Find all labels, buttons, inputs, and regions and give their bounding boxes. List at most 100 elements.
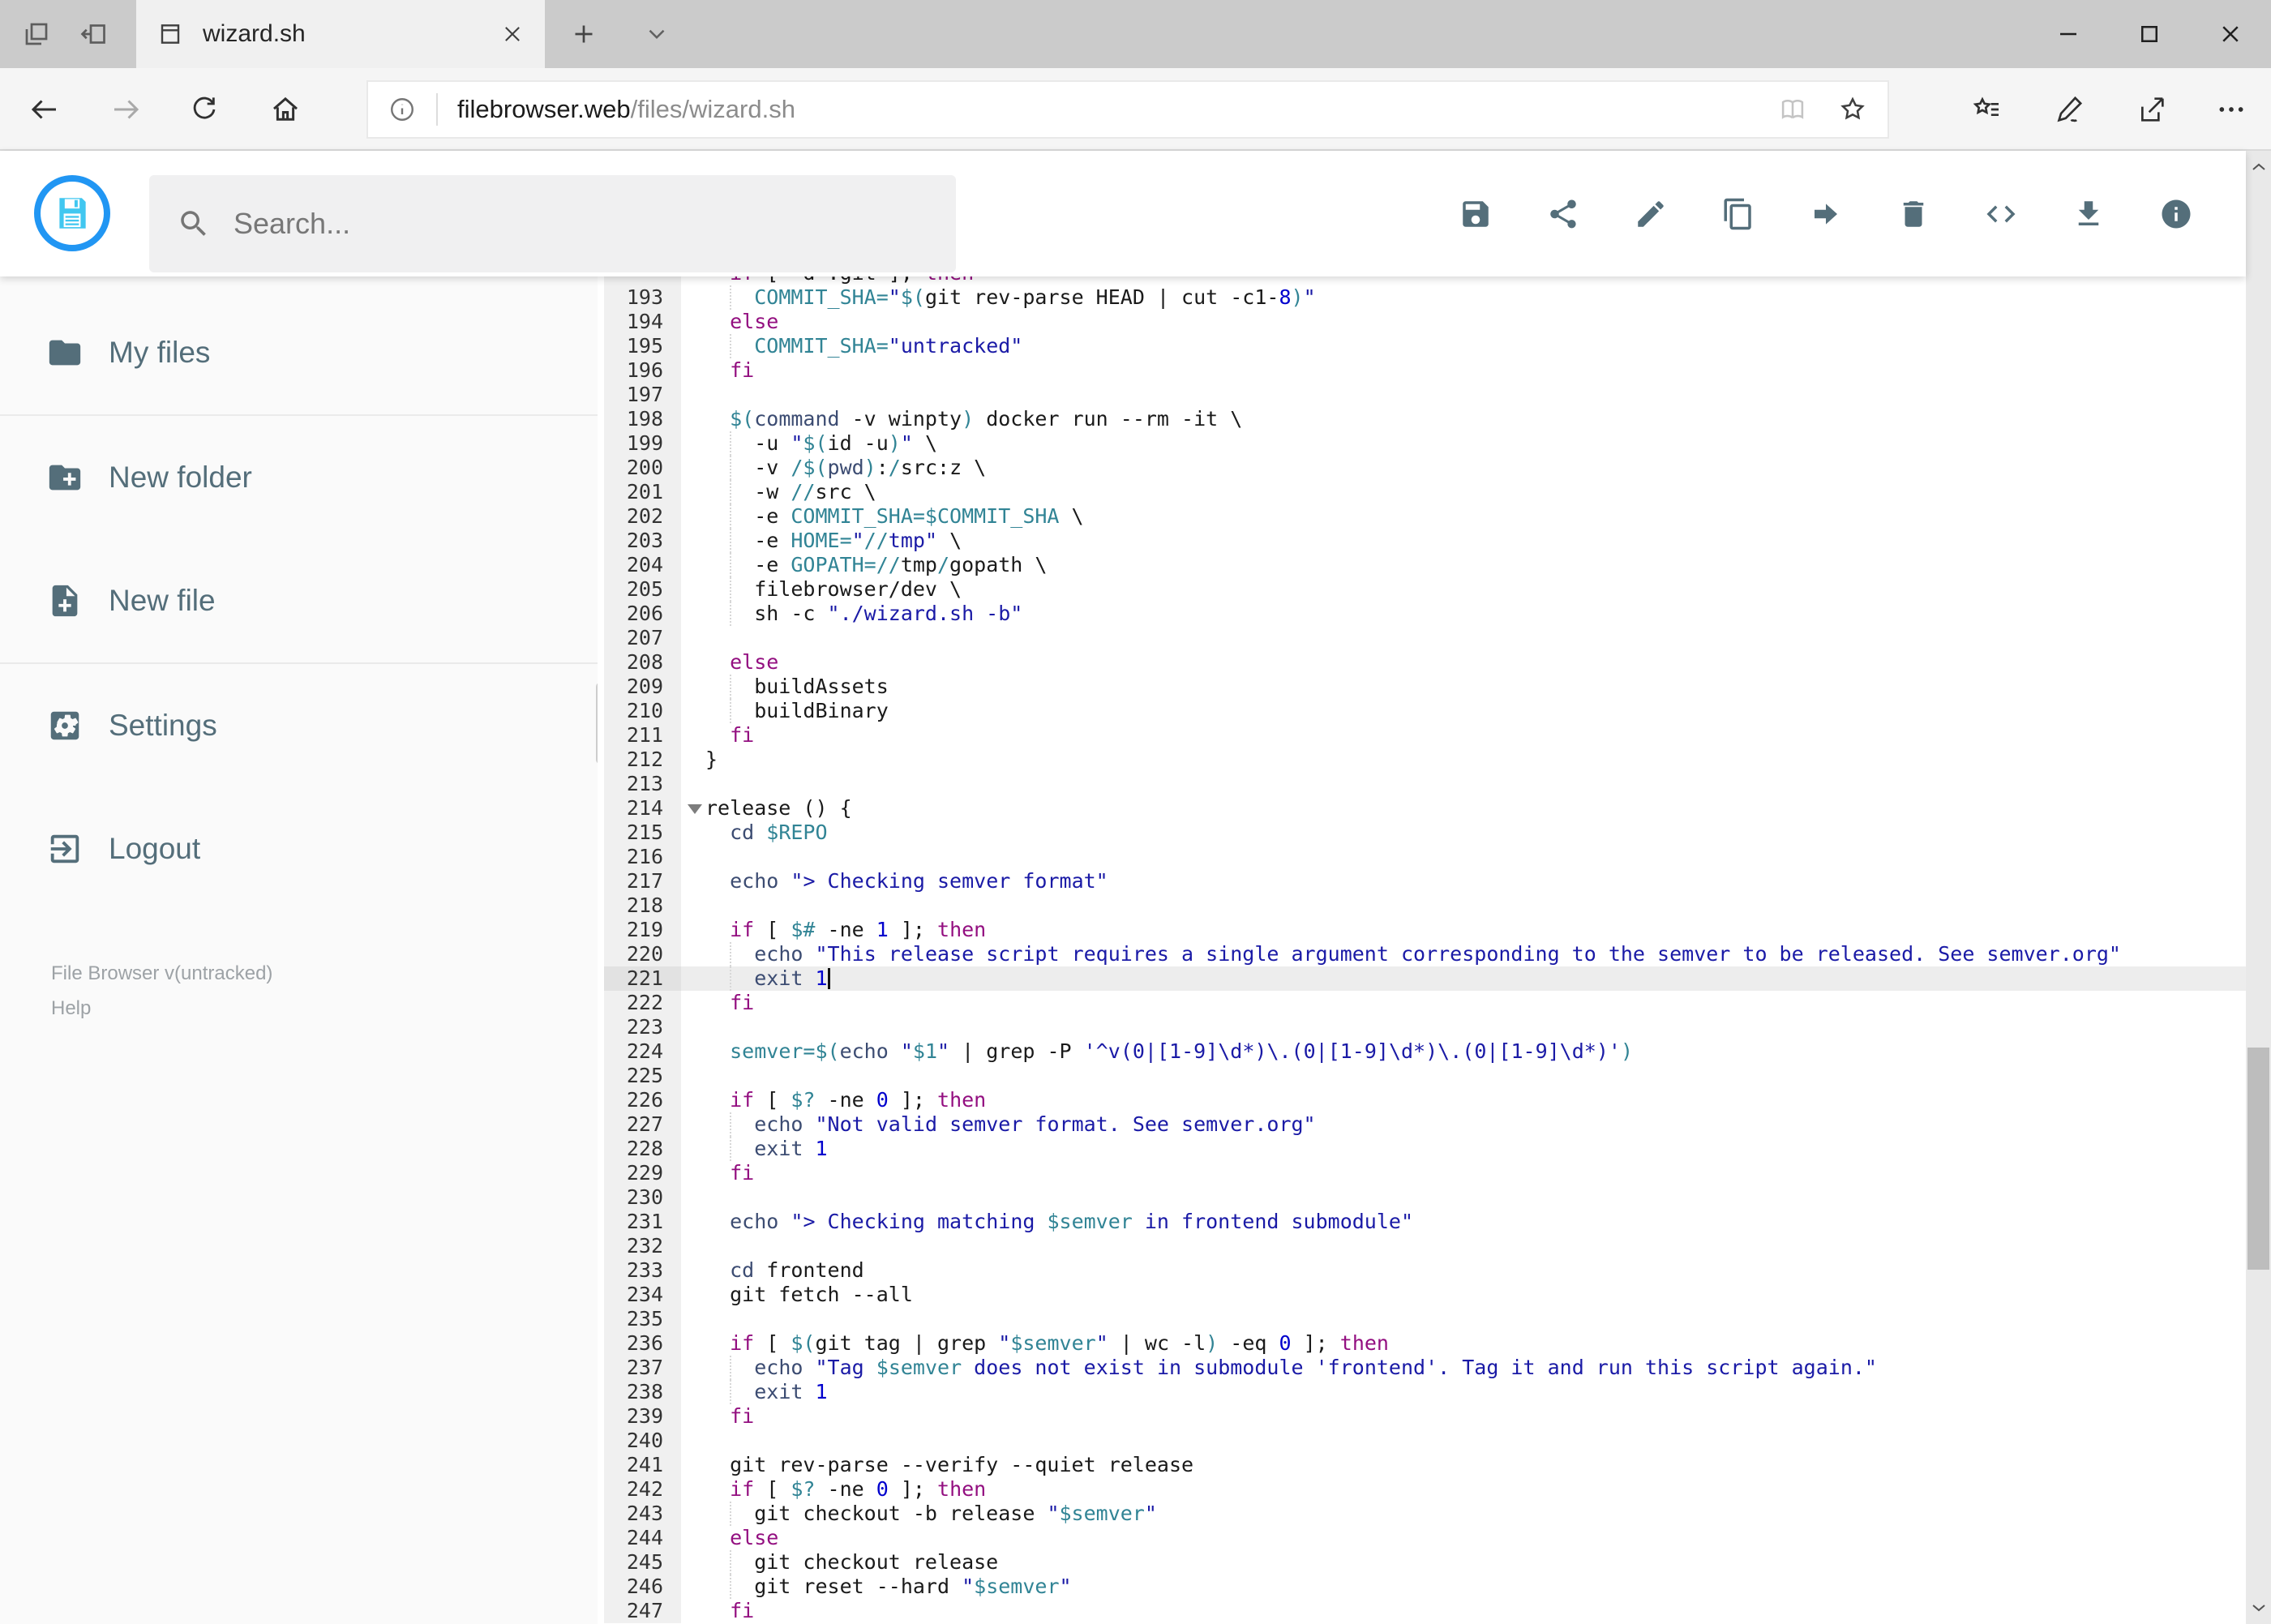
code-editor[interactable]: 193 194 195 196 197 198 199 200 201 202 203 204 205 2… — [598, 276, 2246, 1624]
code-line-202[interactable]: -e COMMIT_SHA=$COMMIT_SHA \ — [681, 504, 2246, 529]
code-line-208[interactable]: else — [681, 650, 2246, 675]
browser-tab[interactable]: wizard.sh — [136, 0, 545, 68]
filebrowser-logo[interactable] — [34, 175, 110, 251]
code-line-194[interactable]: else — [681, 310, 2246, 334]
code-line-220[interactable]: echo "This release script requires a sin… — [681, 942, 2246, 966]
code-line-236[interactable]: if [ $(git tag | grep "$semver" | wc -l)… — [681, 1331, 2246, 1356]
code-line-235[interactable] — [681, 1307, 2246, 1331]
code-line-245[interactable]: git checkout release — [681, 1550, 2246, 1575]
set-tabs-aside-button[interactable] — [65, 0, 122, 68]
code-line-199[interactable]: -u "$(id -u)" \ — [681, 431, 2246, 456]
more-menu-button[interactable] — [2196, 75, 2267, 144]
sidebar-item-settings[interactable]: Settings — [0, 664, 598, 787]
url-field[interactable]: filebrowser.web /files/wizard.sh — [366, 80, 1889, 139]
code-line-231[interactable]: echo "> Checking matching $semver in fro… — [681, 1210, 2246, 1234]
code-line-218[interactable] — [681, 893, 2246, 918]
code-line-239[interactable]: fi — [681, 1404, 2246, 1429]
scrollbar-thumb[interactable] — [2247, 1048, 2269, 1270]
minimize-button[interactable] — [2028, 0, 2109, 68]
maximize-button[interactable] — [2109, 0, 2190, 68]
tab-preview-button[interactable] — [8, 0, 65, 68]
toolbar-copy-button[interactable] — [1721, 197, 1755, 231]
code-line-246[interactable]: git reset --hard "$semver" — [681, 1575, 2246, 1599]
code-line-205[interactable]: filebrowser/dev \ — [681, 577, 2246, 602]
toolbar-move-button[interactable] — [1809, 197, 1843, 231]
share-button[interactable] — [2116, 75, 2187, 144]
code-line-243[interactable]: git checkout -b release "$semver" — [681, 1502, 2246, 1526]
code-line-219[interactable]: if [ $# -ne 1 ]; then — [681, 918, 2246, 942]
code-line-193[interactable]: COMMIT_SHA="$(git rev-parse HEAD | cut -… — [681, 285, 2246, 310]
sidebar-item-logout[interactable]: Logout — [0, 787, 598, 911]
toolbar-download-button[interactable] — [2072, 197, 2106, 231]
code-line-224[interactable]: semver=$(echo "$1" | grep -P '^v(0|[1-9]… — [681, 1039, 2246, 1064]
hub-button[interactable] — [1951, 75, 2022, 144]
sidebar-item-new-file[interactable]: New file — [0, 539, 598, 662]
code-line-244[interactable]: else — [681, 1526, 2246, 1550]
code-line-212[interactable]: } — [681, 748, 2246, 772]
code-line-211[interactable]: fi — [681, 723, 2246, 748]
code-line-214[interactable]: release () { — [681, 796, 2246, 821]
code-line-232[interactable] — [681, 1234, 2246, 1258]
toolbar-share-button[interactable] — [1546, 197, 1580, 231]
tab-list-button[interactable] — [626, 0, 688, 68]
code-line-207[interactable] — [681, 626, 2246, 650]
web-notes-button[interactable] — [2033, 75, 2105, 144]
code-line-216[interactable] — [681, 845, 2246, 869]
code-line-210[interactable]: buildBinary — [681, 699, 2246, 723]
code-line-204[interactable]: -e GOPATH=//tmp/gopath \ — [681, 553, 2246, 577]
toolbar-save-button[interactable] — [1459, 197, 1493, 231]
search-bar[interactable] — [149, 175, 956, 272]
code-line-247[interactable]: fi — [681, 1599, 2246, 1623]
code-line-241[interactable]: git rev-parse --verify --quiet release — [681, 1453, 2246, 1477]
sidebar-item-my-files[interactable]: My files — [0, 291, 598, 414]
close-window-button[interactable] — [2190, 0, 2271, 68]
code-line-234[interactable]: git fetch --all — [681, 1283, 2246, 1307]
code-line-228[interactable]: exit 1 — [681, 1137, 2246, 1161]
code-line-240[interactable] — [681, 1429, 2246, 1453]
code-line-213[interactable] — [681, 772, 2246, 796]
refresh-button[interactable] — [172, 75, 237, 144]
toolbar-edit-button[interactable] — [1634, 197, 1668, 231]
code-line-242[interactable]: if [ $? -ne 0 ]; then — [681, 1477, 2246, 1502]
code-line-221[interactable]: exit 1 — [681, 966, 2246, 991]
code-line-215[interactable]: cd $REPO — [681, 821, 2246, 845]
scroll-down-button[interactable] — [2246, 1593, 2271, 1622]
home-button[interactable] — [253, 75, 318, 144]
toolbar-code-button[interactable] — [1984, 197, 2018, 231]
tab-close-button[interactable] — [501, 23, 524, 45]
code-line-237[interactable]: echo "Tag $semver does not exist in subm… — [681, 1356, 2246, 1380]
back-button[interactable] — [12, 75, 77, 144]
code-line-223[interactable] — [681, 1015, 2246, 1039]
code-line-201[interactable]: -w //src \ — [681, 480, 2246, 504]
code-line-203[interactable]: -e HOME="//tmp" \ — [681, 529, 2246, 553]
code-line-209[interactable]: buildAssets — [681, 675, 2246, 699]
code-line-227[interactable]: echo "Not valid semver format. See semve… — [681, 1112, 2246, 1137]
scroll-up-button[interactable] — [2246, 152, 2271, 182]
code-line-225[interactable] — [681, 1064, 2246, 1088]
code-line-198[interactable]: $(command -v winpty) docker run --rm -it… — [681, 407, 2246, 431]
code-line-192[interactable]: if [ -d .git ]; then — [681, 276, 2246, 285]
code-line-233[interactable]: cd frontend — [681, 1258, 2246, 1283]
site-info-icon[interactable] — [388, 95, 417, 124]
sidebar-item-new-folder[interactable]: New folder — [0, 416, 598, 539]
toolbar-delete-button[interactable] — [1896, 197, 1930, 231]
code-line-197[interactable] — [681, 383, 2246, 407]
code-line-217[interactable]: echo "> Checking semver format" — [681, 869, 2246, 893]
code-line-206[interactable]: sh -c "./wizard.sh -b" — [681, 602, 2246, 626]
code-line-226[interactable]: if [ $? -ne 0 ]; then — [681, 1088, 2246, 1112]
code-line-196[interactable]: fi — [681, 358, 2246, 383]
help-link[interactable]: Help — [51, 991, 272, 1026]
search-input[interactable] — [234, 207, 882, 241]
add-favorite-button[interactable] — [1837, 94, 1868, 125]
code-line-238[interactable]: exit 1 — [681, 1380, 2246, 1404]
vertical-scrollbar[interactable] — [2246, 151, 2271, 1624]
code-line-229[interactable]: fi — [681, 1161, 2246, 1185]
code-line-230[interactable] — [681, 1185, 2246, 1210]
new-tab-button[interactable] — [553, 0, 615, 68]
forward-button[interactable] — [93, 75, 158, 144]
code-line-195[interactable]: COMMIT_SHA="untracked" — [681, 334, 2246, 358]
code-line-222[interactable]: fi — [681, 991, 2246, 1015]
code-line-200[interactable]: -v /$(pwd):/src:z \ — [681, 456, 2246, 480]
toolbar-info-button[interactable] — [2159, 197, 2193, 231]
reading-view-button[interactable] — [1777, 94, 1808, 125]
